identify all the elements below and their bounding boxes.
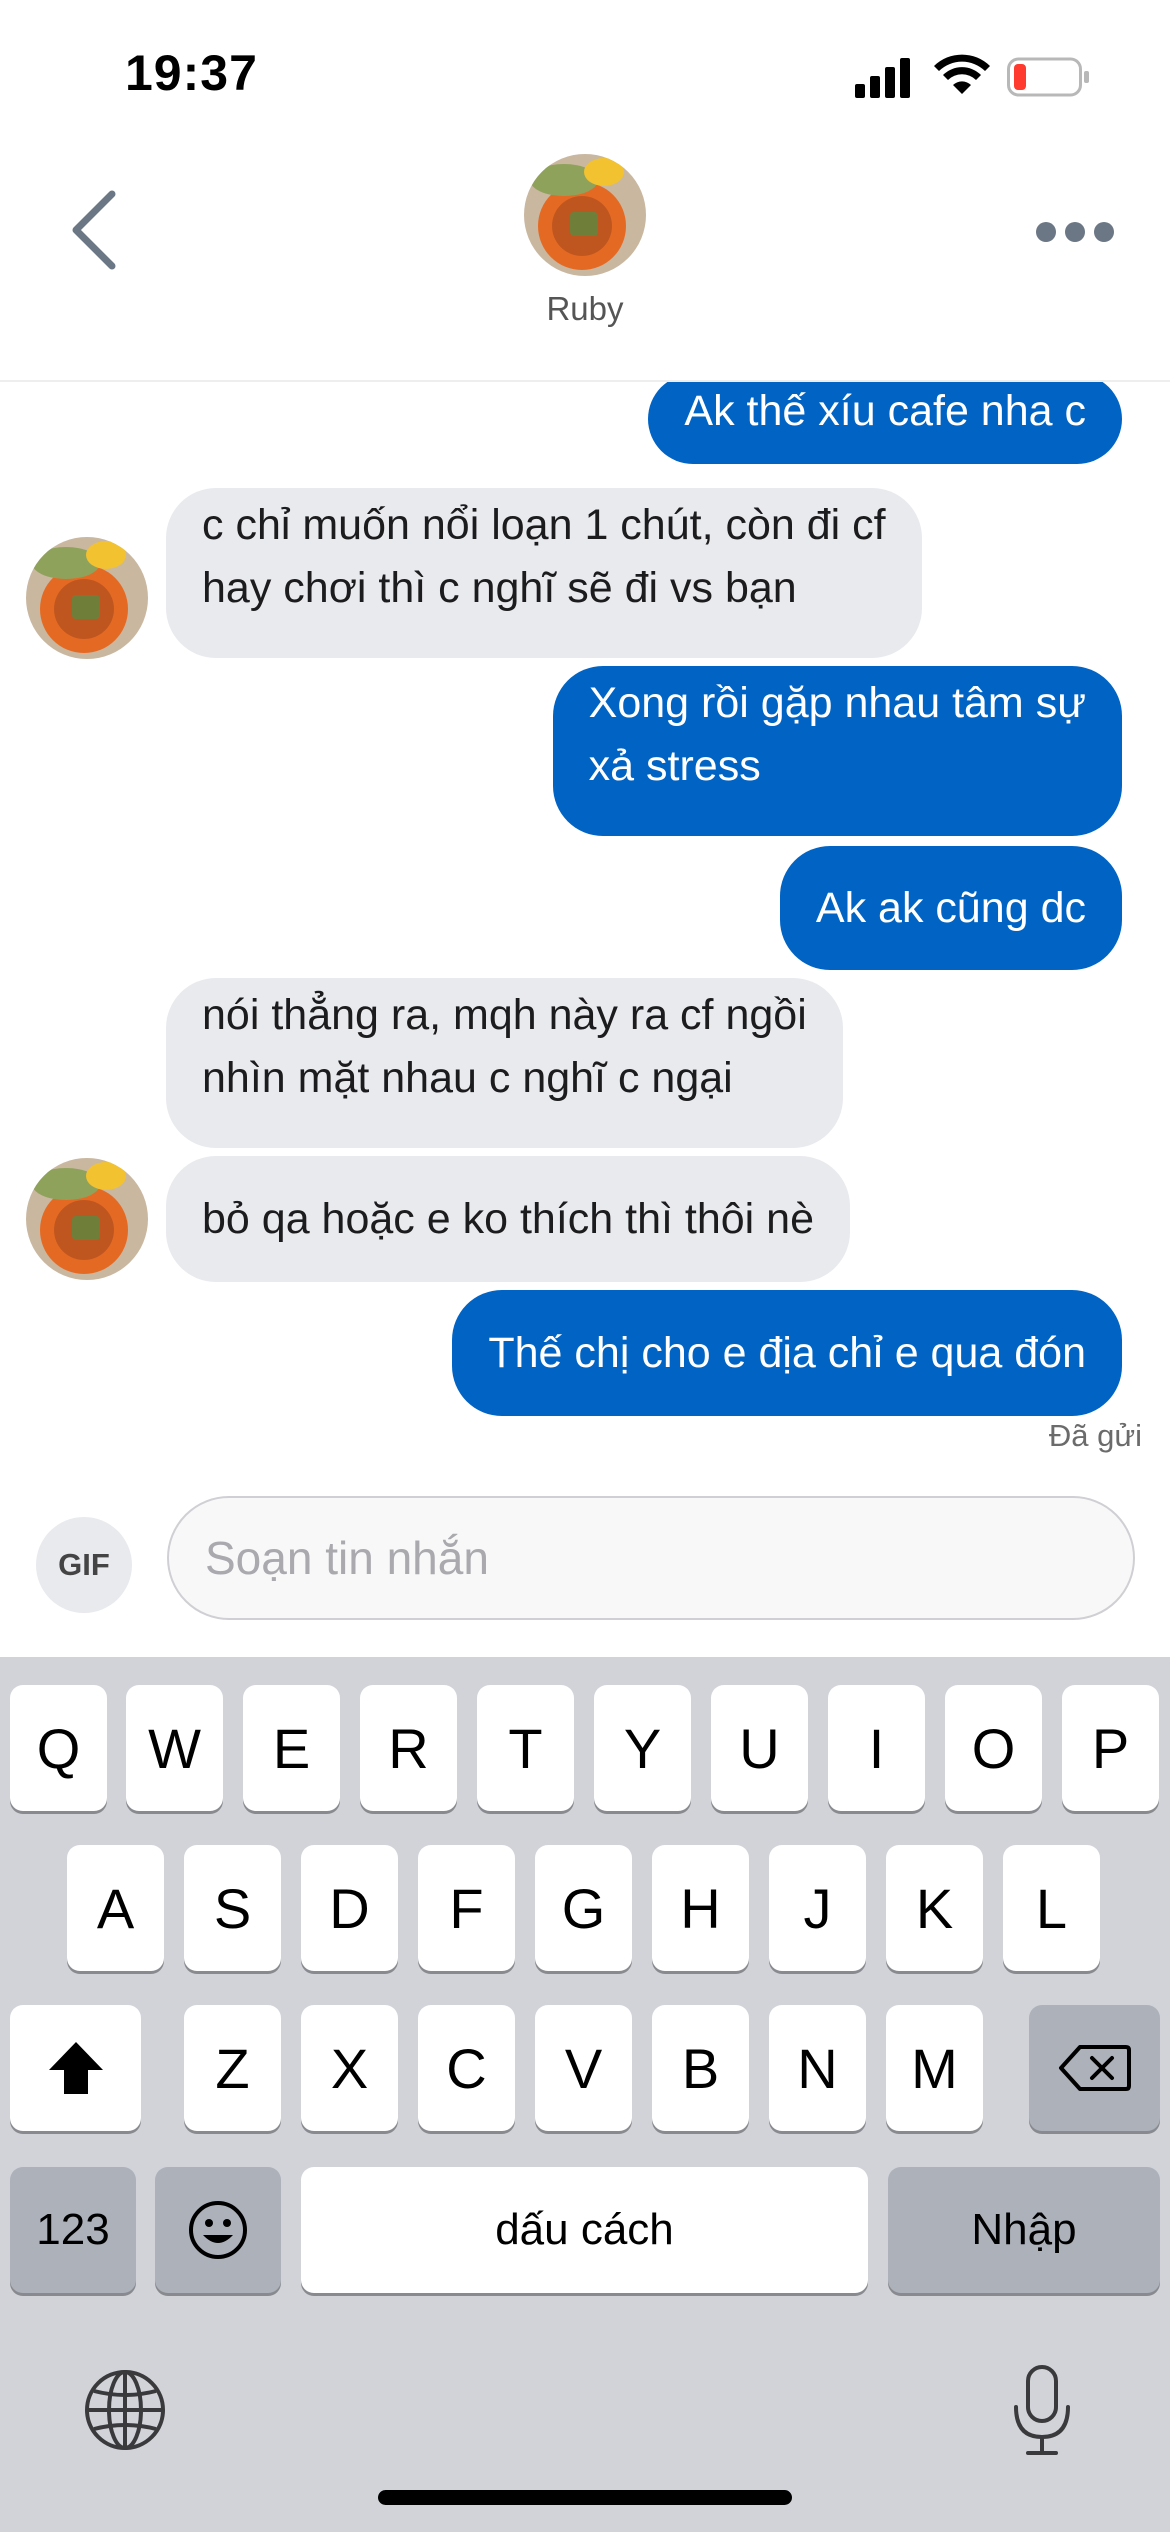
status-time: 19:37 bbox=[125, 45, 258, 101]
return-key[interactable]: Nhập bbox=[888, 2167, 1160, 2293]
contact-name[interactable]: Ruby bbox=[0, 290, 1170, 328]
key-y[interactable]: Y bbox=[594, 1685, 691, 1811]
key-u[interactable]: U bbox=[711, 1685, 808, 1811]
more-horizontal-icon[interactable] bbox=[1030, 212, 1120, 252]
key-j[interactable]: J bbox=[769, 1845, 866, 1971]
gif-button[interactable]: GIF bbox=[36, 1517, 132, 1613]
key-p[interactable]: P bbox=[1062, 1685, 1159, 1811]
key-n[interactable]: N bbox=[769, 2005, 866, 2131]
conversation-header: Ruby bbox=[0, 140, 1170, 382]
contact-avatar-small[interactable] bbox=[26, 1158, 148, 1280]
message-bubble-outgoing[interactable]: Ak thế xíu cafe nha c bbox=[648, 382, 1122, 464]
message-input[interactable] bbox=[167, 1496, 1135, 1620]
key-o[interactable]: O bbox=[945, 1685, 1042, 1811]
key-c[interactable]: C bbox=[418, 2005, 515, 2131]
key-l[interactable]: L bbox=[1003, 1845, 1100, 1971]
battery-low-icon bbox=[1007, 57, 1089, 97]
message-bubble-incoming[interactable]: nói thẳng ra, mqh này ra cf ngồi nhìn mặ… bbox=[166, 978, 843, 1148]
globe-icon[interactable] bbox=[82, 2367, 168, 2453]
key-i[interactable]: I bbox=[828, 1685, 925, 1811]
key-k[interactable]: K bbox=[886, 1845, 983, 1971]
key-w[interactable]: W bbox=[126, 1685, 223, 1811]
key-m[interactable]: M bbox=[886, 2005, 983, 2131]
backspace-key[interactable] bbox=[1029, 2005, 1160, 2131]
keyboard: Q W E R T Y U I O P A S D F G H J K L Z … bbox=[0, 1657, 1170, 2532]
shift-icon bbox=[48, 2042, 103, 2094]
emoji-icon bbox=[189, 2201, 247, 2259]
emoji-key[interactable] bbox=[155, 2167, 281, 2293]
backspace-icon bbox=[1058, 2045, 1131, 2091]
space-key[interactable]: dấu cách bbox=[301, 2167, 868, 2293]
message-bubble-incoming[interactable]: c chỉ muốn nổi loạn 1 chút, còn đi cf ha… bbox=[166, 488, 922, 658]
chevron-left-icon[interactable] bbox=[58, 180, 138, 280]
message-bubble-outgoing[interactable]: Xong rồi gặp nhau tâm sự xả stress bbox=[552, 666, 1122, 836]
key-b[interactable]: B bbox=[652, 2005, 749, 2131]
key-e[interactable]: E bbox=[243, 1685, 340, 1811]
cellular-signal-icon bbox=[855, 58, 910, 98]
contact-avatar-small[interactable] bbox=[26, 537, 148, 659]
chat-screen: 19:37 Ruby Ak thế xíu cafe nha c c chỉ m… bbox=[0, 0, 1170, 2532]
key-s[interactable]: S bbox=[184, 1845, 281, 1971]
key-v[interactable]: V bbox=[535, 2005, 632, 2131]
key-q[interactable]: Q bbox=[10, 1685, 107, 1811]
key-d[interactable]: D bbox=[301, 1845, 398, 1971]
home-indicator[interactable] bbox=[378, 2490, 792, 2505]
key-r[interactable]: R bbox=[360, 1685, 457, 1811]
message-composer: GIF bbox=[0, 1462, 1170, 1657]
key-g[interactable]: G bbox=[535, 1845, 632, 1971]
key-x[interactable]: X bbox=[301, 2005, 398, 2131]
key-t[interactable]: T bbox=[477, 1685, 574, 1811]
key-a[interactable]: A bbox=[67, 1845, 164, 1971]
key-h[interactable]: H bbox=[652, 1845, 749, 1971]
numbers-key[interactable]: 123 bbox=[10, 2167, 136, 2293]
message-bubble-incoming[interactable]: bỏ qa hoặc e ko thích thì thôi nè bbox=[166, 1156, 850, 1282]
message-bubble-outgoing[interactable]: Ak ak cũng dc bbox=[779, 846, 1122, 970]
message-list[interactable]: Ak thế xíu cafe nha c c chỉ muốn nổi loạ… bbox=[0, 382, 1170, 1462]
key-z[interactable]: Z bbox=[184, 2005, 281, 2131]
wifi-icon bbox=[934, 54, 990, 94]
contact-avatar[interactable] bbox=[524, 154, 646, 276]
shift-key[interactable] bbox=[10, 2005, 141, 2131]
message-bubble-outgoing[interactable]: Thế chị cho e địa chỉ e qua đón bbox=[452, 1290, 1122, 1416]
sent-status: Đã gửi bbox=[1048, 1418, 1142, 1453]
status-bar: 19:37 bbox=[0, 0, 1170, 140]
microphone-icon[interactable] bbox=[1010, 2363, 1074, 2459]
key-f[interactable]: F bbox=[418, 1845, 515, 1971]
